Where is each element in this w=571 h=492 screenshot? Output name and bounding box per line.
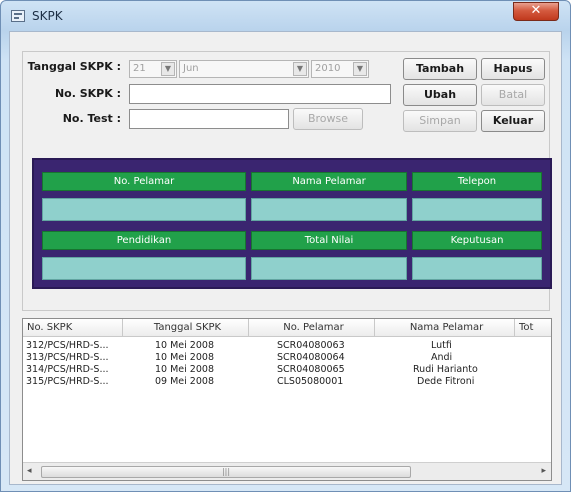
chevron-down-icon[interactable]: ▼ xyxy=(293,62,307,76)
month-select[interactable]: Jun ▼ xyxy=(179,60,309,78)
column-total[interactable]: Tot xyxy=(515,319,551,337)
table-row-cell[interactable]: Dede Fitroni xyxy=(417,376,474,387)
table-row-cell[interactable]: 314/PCS/HRD-S... xyxy=(26,364,109,375)
year-value: 2010 xyxy=(315,63,341,74)
year-select[interactable]: 2010 ▼ xyxy=(311,60,369,78)
value-total-nilai xyxy=(251,257,407,280)
header-nama-pelamar: Nama Pelamar xyxy=(251,172,407,191)
horizontal-scrollbar[interactable]: ◂ ||| ▸ xyxy=(23,462,551,480)
column-no-skpk[interactable]: No. SKPK xyxy=(23,319,123,337)
table-row-cell[interactable]: CLS05080001 xyxy=(277,376,343,387)
scroll-left-icon[interactable]: ◂ xyxy=(27,466,32,476)
simpan-button[interactable]: Simpan xyxy=(403,110,477,132)
chevron-down-icon[interactable]: ▼ xyxy=(161,62,175,76)
ubah-button[interactable]: Ubah xyxy=(403,84,477,106)
app-icon xyxy=(11,10,25,22)
no-skpk-input[interactable] xyxy=(129,84,391,104)
table-row-cell[interactable]: 09 Mei 2008 xyxy=(155,376,214,387)
table-row-cell[interactable]: Andi xyxy=(431,352,452,363)
table-row-cell[interactable]: SCR04080064 xyxy=(277,352,345,363)
no-test-input[interactable] xyxy=(129,109,289,129)
column-no-pelamar[interactable]: No. Pelamar xyxy=(249,319,375,337)
tambah-button[interactable]: Tambah xyxy=(403,58,477,80)
table-row-cell[interactable]: 312/PCS/HRD-S... xyxy=(26,340,109,351)
table-row-cell[interactable]: Rudi Harianto xyxy=(413,364,478,375)
no-skpk-label: No. SKPK : xyxy=(54,87,121,100)
day-value: 21 xyxy=(133,63,146,74)
header-telepon: Telepon xyxy=(412,172,542,191)
table-row-cell[interactable]: 10 Mei 2008 xyxy=(155,364,214,375)
window-title: SKPK xyxy=(32,9,63,23)
title-bar[interactable]: SKPK ✕ xyxy=(1,1,570,31)
table-row-cell[interactable]: Lutfi xyxy=(431,340,452,351)
detail-panel: No. Pelamar Nama Pelamar Telepon Pendidi… xyxy=(32,158,552,289)
hapus-button[interactable]: Hapus xyxy=(481,58,545,80)
value-nama-pelamar xyxy=(251,198,407,221)
table-row-cell[interactable]: SCR04080063 xyxy=(277,340,345,351)
value-no-pelamar xyxy=(42,198,246,221)
column-nama-pelamar[interactable]: Nama Pelamar xyxy=(375,319,515,337)
table-row-cell[interactable]: SCR04080065 xyxy=(277,364,345,375)
browse-button[interactable]: Browse xyxy=(293,108,363,130)
column-tanggal-skpk[interactable]: Tanggal SKPK xyxy=(123,319,249,337)
close-button[interactable]: ✕ xyxy=(513,2,559,21)
value-keputusan xyxy=(412,257,542,280)
value-telepon xyxy=(412,198,542,221)
chevron-down-icon[interactable]: ▼ xyxy=(353,62,367,76)
batal-button[interactable]: Batal xyxy=(481,84,545,106)
keluar-button[interactable]: Keluar xyxy=(481,110,545,132)
day-select[interactable]: 21 ▼ xyxy=(129,60,177,78)
header-total-nilai: Total Nilai xyxy=(251,231,407,250)
month-value: Jun xyxy=(183,63,199,74)
table-row-cell[interactable]: 10 Mei 2008 xyxy=(155,352,214,363)
client-area: Tanggal SKPK : 21 ▼ Jun ▼ 2010 ▼ No. SKP… xyxy=(9,31,562,485)
scroll-right-icon[interactable]: ▸ xyxy=(541,466,546,476)
no-test-label: No. Test : xyxy=(62,112,121,125)
skpk-list[interactable]: No. SKPK Tanggal SKPK No. Pelamar Nama P… xyxy=(22,318,552,481)
table-row-cell[interactable]: 313/PCS/HRD-S... xyxy=(26,352,109,363)
header-keputusan: Keputusan xyxy=(412,231,542,250)
value-pendidikan xyxy=(42,257,246,280)
header-no-pelamar: No. Pelamar xyxy=(42,172,246,191)
table-row-cell[interactable]: 315/PCS/HRD-S... xyxy=(26,376,109,387)
tanggal-skpk-label: Tanggal SKPK : xyxy=(27,60,121,73)
skpk-window: SKPK ✕ Tanggal SKPK : 21 ▼ Jun ▼ 2010 ▼ … xyxy=(0,0,571,492)
scroll-thumb[interactable]: ||| xyxy=(41,466,411,478)
table-row-cell[interactable]: 10 Mei 2008 xyxy=(155,340,214,351)
header-pendidikan: Pendidikan xyxy=(42,231,246,250)
